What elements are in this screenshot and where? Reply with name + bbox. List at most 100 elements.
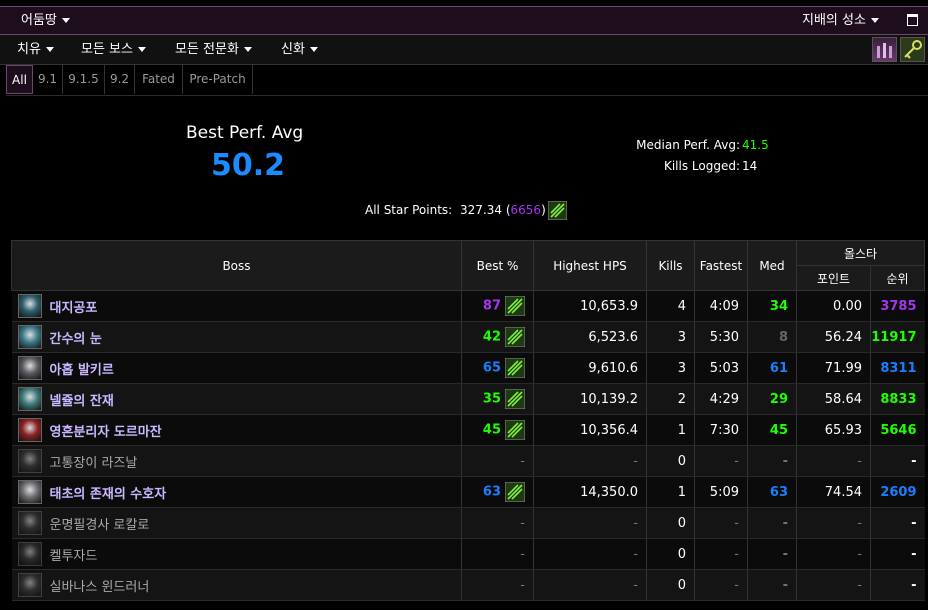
fastest-time: 4:09 xyxy=(694,290,748,322)
median-perf-value: 41.5 xyxy=(742,138,769,152)
filter-bar: 치유 모든 보스 모든 전문화 신화 xyxy=(0,35,928,65)
kills-count: 0 xyxy=(646,538,695,570)
col-highest-hps[interactable]: Highest HPS xyxy=(533,240,647,291)
best-percent-cell: - xyxy=(461,569,534,601)
fastest-time: - xyxy=(694,445,748,477)
col-all-star-points[interactable]: 포인트 xyxy=(796,265,871,291)
all-star-rank: 3785 xyxy=(870,290,925,322)
all-star-points: - xyxy=(796,445,871,477)
all-star-points: 65.93 xyxy=(796,414,871,446)
boss-name[interactable]: 영혼분리자 도르마잔 xyxy=(50,421,162,440)
zone-dropdown[interactable]: 어둠땅 xyxy=(21,7,70,35)
table-row[interactable]: 켈투자드 - -0- - - - xyxy=(11,538,925,570)
tab-pre-patch[interactable]: Pre-Patch xyxy=(183,65,253,94)
table-row[interactable]: 간수의 눈 42 6,523.6 3 5:30 8 56.24 11917 xyxy=(11,321,925,353)
col-kills[interactable]: Kills xyxy=(646,240,695,291)
chevron-down-icon xyxy=(137,47,146,52)
boss-filter-label: 모든 보스 xyxy=(81,42,133,57)
median-percent: 34 xyxy=(747,290,797,322)
rankings-link-icon[interactable] xyxy=(504,357,526,379)
table-row[interactable]: 아홉 발키르 65 9,610.6 3 5:03 61 71.99 8311 xyxy=(11,352,925,384)
boss-cell[interactable]: 넬쥴의 잔재 xyxy=(11,383,462,415)
boss-name[interactable]: 간수의 눈 xyxy=(50,328,102,347)
boss-cell[interactable]: 영혼분리자 도르마잔 xyxy=(11,414,462,446)
tab-fated[interactable]: Fated xyxy=(135,65,183,94)
boss-cell[interactable]: 태초의 존재의 수호자 xyxy=(11,476,462,508)
table-row[interactable]: 영혼분리자 도르마잔 45 10,356.4 1 7:30 45 65.93 5646 xyxy=(11,414,925,446)
role-dropdown[interactable]: 치유 xyxy=(17,36,54,64)
boss-cell[interactable]: 아홉 발키르 xyxy=(11,352,462,384)
boss-name[interactable]: 고통장이 라즈날 xyxy=(50,452,138,471)
all-star-label: All Star Points: xyxy=(365,203,453,217)
best-percent: - xyxy=(520,515,525,531)
rankings-link-icon[interactable] xyxy=(504,419,526,441)
kills-count: 3 xyxy=(646,352,695,384)
boss-cell[interactable]: 고통장이 라즈날 xyxy=(11,445,462,477)
table-row[interactable]: 태초의 존재의 수호자 63 14,350.0 1 5:09 63 74.54 2609 xyxy=(11,476,925,508)
rankings-link-icon[interactable] xyxy=(504,388,526,410)
all-star-rank[interactable]: 6656 xyxy=(511,203,542,217)
col-boss[interactable]: Boss xyxy=(11,240,462,291)
boss-name[interactable]: 대지공포 xyxy=(50,297,98,316)
fastest-time: - xyxy=(694,507,748,539)
boss-filter-dropdown[interactable]: 모든 보스 xyxy=(81,36,146,64)
col-best-percent[interactable]: Best % xyxy=(461,240,534,291)
best-percent-cell: 35 xyxy=(461,383,534,415)
highest-hps: - xyxy=(533,538,647,570)
table-row[interactable]: 넬쥴의 잔재 35 10,139.2 2 4:29 29 58.64 8833 xyxy=(11,383,925,415)
highest-hps: 10,139.2 xyxy=(533,383,647,415)
boss-cell[interactable]: 대지공포 xyxy=(11,290,462,322)
all-star-paren-close: ) xyxy=(541,203,546,217)
median-perf-label: Median Perf. Avg: xyxy=(636,138,740,152)
best-percent-cell: 87 xyxy=(461,290,534,322)
chevron-down-icon xyxy=(870,18,879,23)
table-row[interactable]: 고통장이 라즈날 - -0- - - - xyxy=(11,445,925,477)
table-row[interactable]: 대지공포 87 10,653.9 4 4:09 34 0.00 3785 xyxy=(11,290,925,322)
all-star-rank: 8311 xyxy=(870,352,925,384)
best-perf-label: Best Perf. Avg xyxy=(186,123,304,143)
rankings-link-icon[interactable] xyxy=(504,295,526,317)
boss-name[interactable]: 태초의 존재의 수호자 xyxy=(50,483,167,502)
maximize-icon[interactable] xyxy=(907,14,918,26)
col-median[interactable]: Med xyxy=(747,240,797,291)
boss-name[interactable]: 아홉 발키르 xyxy=(50,359,114,378)
boss-name[interactable]: 켈투자드 xyxy=(50,545,98,564)
boss-cell[interactable]: 운명필경사 로칼로 xyxy=(11,507,462,539)
fastest-time: 4:29 xyxy=(694,383,748,415)
rankings-link-icon[interactable] xyxy=(547,200,568,221)
median-percent: 8 xyxy=(747,321,797,353)
tab-9-1-5[interactable]: 9.1.5 xyxy=(63,65,105,94)
best-percent: 35 xyxy=(482,391,501,407)
highest-hps: 14,350.0 xyxy=(533,476,647,508)
col-fastest[interactable]: Fastest xyxy=(694,240,748,291)
all-star-points: 71.99 xyxy=(796,352,871,384)
all-star-points: - xyxy=(796,538,871,570)
boss-cell[interactable]: 간수의 눈 xyxy=(11,321,462,353)
highest-hps: 6,523.6 xyxy=(533,321,647,353)
kills-logged-value: 14 xyxy=(742,159,758,173)
tab-all[interactable]: All xyxy=(6,65,33,94)
table-row[interactable]: 운명필경사 로칼로 - -0- - - - xyxy=(11,507,925,539)
boss-name[interactable]: 넬쥴의 잔재 xyxy=(50,390,114,409)
rankings-link-icon[interactable] xyxy=(504,326,526,348)
rankings-link-icon[interactable] xyxy=(504,481,526,503)
boss-cell[interactable]: 켈투자드 xyxy=(11,538,462,570)
boss-name[interactable]: 실바나스 윈드러너 xyxy=(50,576,150,595)
boss-cell[interactable]: 실바나스 윈드러너 xyxy=(11,569,462,601)
tab-9-2[interactable]: 9.2 xyxy=(105,65,135,94)
boss-name[interactable]: 운명필경사 로칼로 xyxy=(50,514,150,533)
best-percent: 42 xyxy=(482,329,501,345)
tab-9-1[interactable]: 9.1 xyxy=(33,65,63,94)
kills-count: 0 xyxy=(646,507,695,539)
key-icon[interactable] xyxy=(900,37,925,62)
raid-dropdown[interactable]: 지배의 성소 xyxy=(802,7,879,35)
spec-dropdown[interactable]: 모든 전문화 xyxy=(175,36,252,64)
boss-portrait-icon xyxy=(17,480,42,504)
zone-bar: 어둠땅 지배의 성소 xyxy=(0,6,928,35)
table-row[interactable]: 실바나스 윈드러너 - -0- - - - xyxy=(11,569,925,601)
median-percent: 29 xyxy=(747,383,797,415)
difficulty-dropdown[interactable]: 신화 xyxy=(281,36,318,64)
chevron-down-icon xyxy=(309,47,318,52)
col-all-star-rank[interactable]: 순위 xyxy=(870,265,925,291)
party-icon[interactable] xyxy=(872,37,897,62)
